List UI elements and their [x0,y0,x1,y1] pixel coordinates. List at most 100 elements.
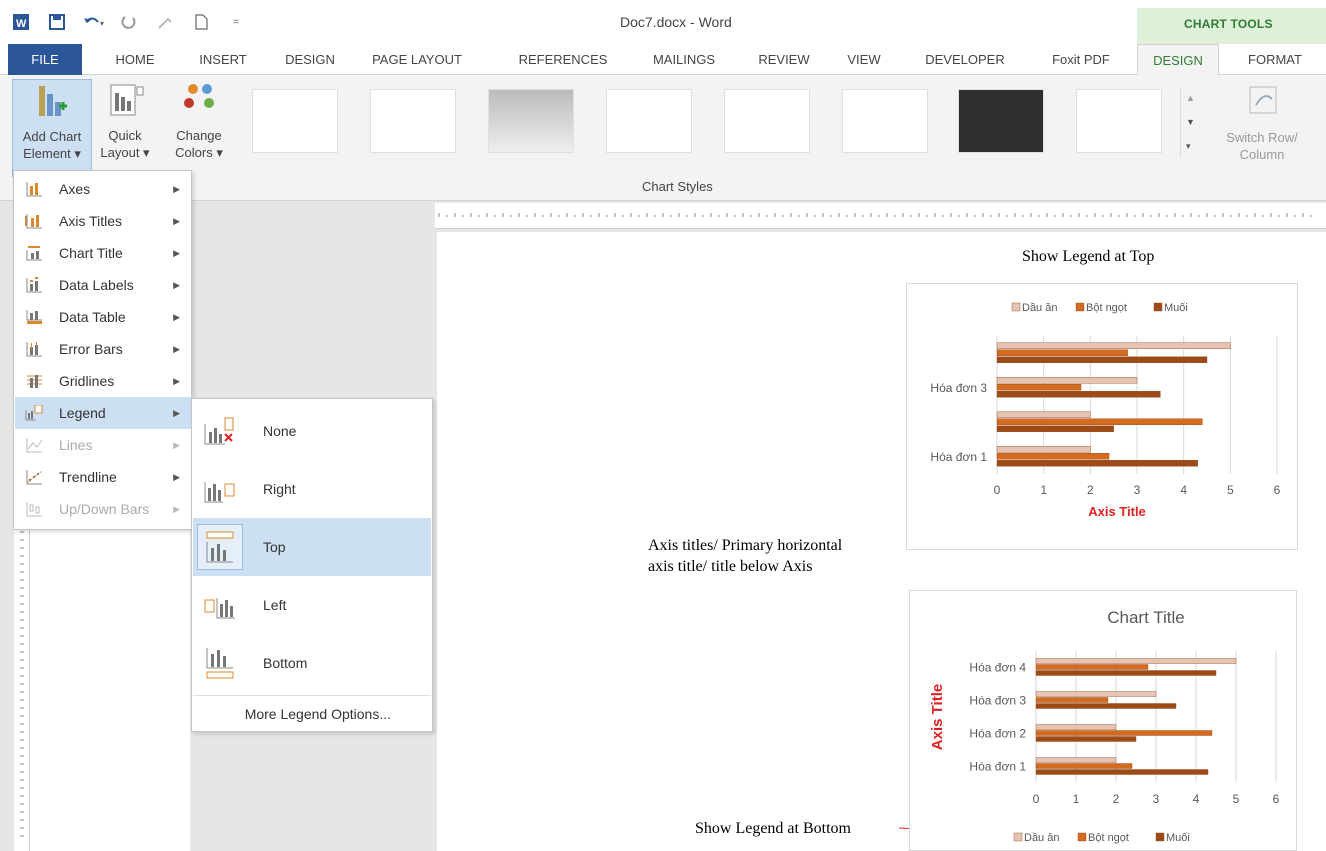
legend-right-option[interactable]: Right [193,460,431,518]
menu-item-up-down-bars[interactable]: Up/Down Bars ▶ [15,493,192,525]
menu-item-label: Trendline [59,469,117,485]
axis-titles-icon [23,212,45,230]
bar [1035,691,1157,697]
menu-item-axes[interactable]: Axes ▶ [15,173,192,205]
horizontal-ruler[interactable] [435,203,1326,229]
vertical-ruler[interactable] [14,520,30,851]
menu-item-lines[interactable]: Lines ▶ [15,429,192,461]
legend-none-option[interactable]: None [193,402,431,460]
legend-bottom-icon [197,640,243,686]
tab-foxit-pdf[interactable]: Foxit PDF [1036,44,1126,75]
legend-top-option[interactable]: Top [193,518,431,576]
bar [996,342,1231,349]
tab-design[interactable]: DESIGN [274,44,346,75]
save-icon[interactable] [46,11,68,33]
change-colors-button[interactable]: Change Colors ▾ [166,79,232,161]
chart-style-7[interactable] [958,89,1044,153]
ribbon: Add Chart Element ▾ Quick Layout ▾ Chang… [0,75,1326,201]
legend-label: Muối [1166,832,1190,844]
switch-row-column-icon [1242,81,1282,123]
tab-home[interactable]: HOME [100,44,170,75]
category-label: Hóa đơn 2 [969,727,1026,741]
bar [996,425,1114,432]
quick-layout-label-2: Layout ▾ [100,145,150,160]
quick-access-toolbar: W ▾ = [0,0,248,44]
gallery-scroll[interactable]: ▲ ▼ ▾ [1180,87,1198,157]
tab-review[interactable]: REVIEW [746,44,822,75]
tab-page-layout[interactable]: PAGE LAYOUT [362,44,472,75]
tab-insert[interactable]: INSERT [184,44,262,75]
change-colors-icon [166,79,232,123]
quick-layout-label-1: Quick [108,128,142,143]
chart-title-icon [23,244,45,262]
switch-label-2: Column [1239,147,1285,162]
tab-mailings[interactable]: MAILINGS [638,44,730,75]
bar [1035,736,1137,742]
legend-label: Dầu ăn [1024,832,1059,844]
chart-style-1[interactable] [252,89,338,153]
bar [1035,769,1209,775]
tab-view[interactable]: VIEW [838,44,890,75]
trendline-icon [23,468,45,486]
customize-qat-icon[interactable]: = [226,11,248,33]
lines-icon [23,436,45,454]
word-app-icon[interactable]: W [10,11,32,33]
tab-file[interactable]: FILE [8,44,82,75]
chart-style-5[interactable] [724,89,810,153]
svg-text:▾: ▾ [100,19,104,28]
tab-chart-design[interactable]: DESIGN [1137,44,1219,76]
chart-title: Chart Title [1107,608,1184,627]
legend-left-option[interactable]: Left [193,576,431,634]
gridlines-icon [23,372,45,390]
chart-legend-top[interactable]: 0 1 2 3 4 5 6 Hóa đơn 1 Hóa đơn 3 Dầu ăn Bột ngọt M… [906,283,1298,550]
tab-format[interactable]: FORMAT [1230,44,1320,75]
legend-bottom-option[interactable]: Bottom [193,634,431,692]
error-bars-icon [23,340,45,358]
format-painter-icon[interactable] [154,11,176,33]
new-document-icon[interactable] [190,11,212,33]
redo-icon[interactable] [118,11,140,33]
data-table-icon [23,308,45,326]
x-tick-label: 4 [1180,483,1187,497]
switch-row-column-button[interactable]: Switch Row/ Column [1212,81,1312,163]
undo-icon[interactable]: ▾ [82,11,104,33]
chart-style-2[interactable] [370,89,456,153]
chart-styles-gallery [248,87,1198,159]
more-legend-options[interactable]: More Legend Options... [193,695,431,731]
bar [996,384,1082,391]
x-tick-label: 5 [1227,483,1234,497]
change-colors-label-2: Colors ▾ [175,145,223,160]
menu-item-label: Lines [59,437,93,453]
menu-item-data-table[interactable]: Data Table ▶ [15,301,192,333]
menu-item-axis-titles[interactable]: Axis Titles ▶ [15,205,192,237]
chart-style-4[interactable] [606,89,692,153]
chart-style-3[interactable] [488,89,574,153]
legend-option-label: Left [263,597,287,613]
add-chart-element-icon [13,80,91,124]
x-tick-label: 2 [1113,792,1120,806]
chart-legend-bottom[interactable]: Chart Title 0 1 2 3 4 5 6 Hóa đơn 1 Hóa đơn 2 Hóa … [909,590,1297,851]
category-label: Hóa đơn 1 [930,450,987,464]
y-axis-title: Axis Title [929,684,946,750]
legend-top-icon [197,524,243,570]
tab-developer[interactable]: DEVELOPER [915,44,1015,75]
quick-layout-button[interactable]: Quick Layout ▾ [92,79,158,161]
menu-item-chart-title[interactable]: Chart Title ▶ [15,237,192,269]
legend-right-icon [197,466,243,512]
chart-styles-label: Chart Styles [642,179,713,194]
menu-item-trendline[interactable]: Trendline ▶ [15,461,192,493]
chart-style-8[interactable] [1076,89,1162,153]
menu-item-legend[interactable]: Legend ▶ [15,397,192,429]
add-chart-element-button[interactable]: Add Chart Element ▾ [12,79,92,177]
legend-none-icon [197,408,243,454]
legend-swatch [1155,832,1165,842]
x-tick-label: 6 [1274,483,1281,497]
chart-style-6[interactable] [842,89,928,153]
x-tick-label: 6 [1273,792,1280,806]
menu-item-error-bars[interactable]: Error Bars ▶ [15,333,192,365]
x-tick-label: 0 [994,483,1001,497]
menu-item-gridlines[interactable]: Gridlines ▶ [15,365,192,397]
data-labels-icon [23,276,45,294]
tab-references[interactable]: REFERENCES [503,44,623,75]
menu-item-data-labels[interactable]: Data Labels ▶ [15,269,192,301]
